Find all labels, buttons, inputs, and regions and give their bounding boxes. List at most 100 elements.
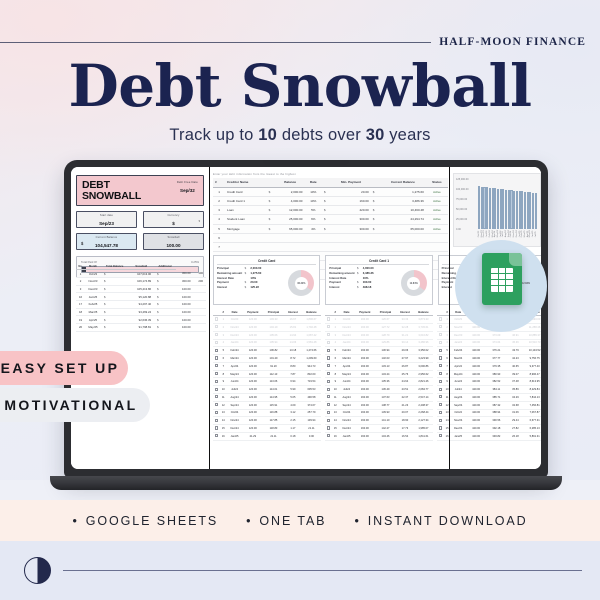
table-row[interactable]: 10 Jul/24 160.00 136.49 23.51 2,684.77 [325, 385, 433, 394]
row-checkbox-cell[interactable] [325, 424, 333, 433]
table-row[interactable]: 1 Oct/23 $ 107,013.00 $ 300.00 100 [76, 269, 206, 278]
row-checkbox-cell[interactable] [325, 409, 333, 418]
checkbox-icon[interactable] [326, 379, 331, 383]
table-row[interactable]: 2 Nov/23 $ 106,174.89 $ 300.00 200 [76, 277, 206, 286]
table-row[interactable]: 15 Dec/24 120.00 118.83 1.17 21.11 [213, 424, 321, 433]
row-checkbox-cell[interactable] [213, 401, 221, 410]
cell-additional[interactable]: 200 [193, 277, 206, 286]
checkbox-icon[interactable] [214, 317, 219, 321]
row-checkbox-cell[interactable] [325, 416, 333, 426]
row-checkbox-cell[interactable] [437, 315, 444, 324]
checkbox-icon[interactable] [326, 410, 331, 415]
row-checkbox-cell[interactable] [213, 416, 221, 426]
checkbox-icon[interactable] [438, 387, 443, 391]
table-row[interactable]: 3 Loan $ 12,000.00 5% $ 420.00 $ 10,460.… [213, 205, 448, 216]
row-checkbox-cell[interactable] [437, 370, 444, 379]
cell-creditor-name[interactable]: Mortgage [225, 224, 267, 234]
cell-min-payment[interactable]: 20.00 [331, 187, 371, 197]
table-row[interactable]: 12 Sep/24 160.00 138.77 21.23 2,408.37 [325, 401, 433, 410]
row-checkbox-cell[interactable] [437, 354, 444, 363]
row-checkbox-cell[interactable] [213, 323, 221, 332]
table-row[interactable]: 11 Aug/24 420.00 385.71 34.29 7,844.13 [437, 393, 541, 402]
row-checkbox-cell[interactable] [437, 331, 444, 340]
cell-min-payment[interactable]: 300.00 [331, 214, 371, 225]
cell-min-payment[interactable]: 300.00 [331, 224, 371, 234]
table-row[interactable]: 16 Jan/25 420.00 393.82 26.18 5,891.31 [437, 432, 541, 441]
checkbox-icon[interactable] [438, 426, 443, 430]
table-row[interactable]: 4 Student Loan $ 25,000.00 6% $ 300.00 $… [213, 214, 448, 225]
checkbox-icon[interactable] [326, 348, 331, 352]
table-row[interactable]: 15 Dec/24 160.00 142.27 17.73 1,985.07 [325, 424, 433, 433]
table-row[interactable]: 14 Nov/24 120.00 117.85 2.15 139.94 [213, 416, 321, 426]
row-checkbox-cell[interactable] [437, 323, 444, 332]
table-row[interactable]: 1 Oct/23 120.00 103.33 16.67 1,896.67 [213, 315, 321, 324]
row-checkbox-cell[interactable] [325, 401, 333, 410]
checkbox-icon[interactable] [214, 379, 219, 383]
row-checkbox-cell[interactable] [437, 377, 444, 387]
cell-creditor-name[interactable]: Loan [225, 205, 267, 216]
table-row[interactable]: 14 Nov/24 160.00 141.10 18.90 2,127.34 [325, 416, 433, 426]
table-row[interactable]: 2 Nov/23 160.00 127.72 32.28 3,745.61 [325, 323, 433, 332]
row-checkbox-cell[interactable] [325, 393, 333, 402]
cell-rate[interactable]: 5% [304, 205, 323, 216]
table-row[interactable]: 9 Jun/24 120.00 113.06 6.94 719.54 [213, 377, 321, 387]
row-checkbox-cell[interactable] [213, 331, 221, 340]
row-checkbox-cell[interactable] [213, 424, 221, 433]
table-row[interactable]: 1 Oct/23 160.00 126.67 33.33 3,873.33 [325, 315, 433, 324]
table-row[interactable]: 1 Credit Card $ 2,000.00 10% $ 20.00 $ 1… [213, 187, 448, 197]
row-checkbox-cell[interactable] [213, 409, 221, 418]
checkbox-icon[interactable] [214, 426, 219, 430]
checkbox-icon[interactable] [214, 434, 219, 438]
table-row[interactable]: 4 Jan/24 420.00 374.64 45.36 10,510.73 [437, 339, 541, 348]
row-checkbox-cell[interactable] [437, 401, 444, 410]
checkbox-icon[interactable] [214, 403, 219, 407]
checkbox-icon[interactable] [214, 395, 219, 399]
cell-balance[interactable]: 12,000.00 [275, 205, 305, 216]
snowball-field[interactable]: Snowball 100.00 [143, 233, 204, 250]
cell-min-payment[interactable]: 420.00 [331, 205, 371, 216]
row-checkbox-cell[interactable] [213, 315, 221, 324]
table-row[interactable]: 3 Dec/23 120.00 105.06 14.94 1,687.42 [213, 331, 321, 340]
checkbox-icon[interactable] [326, 340, 331, 345]
row-checkbox-cell[interactable] [325, 385, 333, 394]
checkbox-icon[interactable] [326, 317, 331, 321]
checkbox-icon[interactable] [326, 333, 331, 337]
row-checkbox-cell[interactable] [213, 339, 221, 348]
currency-field[interactable]: Currency $ ▾ [143, 211, 204, 228]
table-row[interactable]: 19 Apr/25 $ 92,636.39 $ 100.00 [76, 315, 206, 325]
cell-rate[interactable]: 4% [304, 224, 323, 234]
cell-additional[interactable] [193, 292, 206, 302]
cell-balance[interactable] [275, 242, 305, 253]
table-row[interactable]: 7 Apr/24 420.00 379.35 40.65 9,377.40 [437, 362, 541, 371]
table-row[interactable]: 6 [213, 233, 448, 243]
checkbox-icon[interactable] [438, 379, 443, 383]
checkbox-icon[interactable] [438, 325, 443, 329]
checkbox-icon[interactable] [438, 410, 443, 415]
cell-additional[interactable] [193, 308, 206, 317]
table-row[interactable]: 4 Jan/24 160.00 129.86 30.14 3,486.96 [325, 339, 433, 348]
checkbox-icon[interactable] [326, 395, 331, 399]
row-checkbox-cell[interactable] [325, 362, 333, 371]
table-row[interactable]: 8 May/24 160.00 134.24 25.76 2,956.62 [325, 370, 433, 379]
table-row[interactable]: 16 Jan/25 160.00 143.46 16.54 1,841.61 [325, 432, 433, 441]
chevron-down-icon[interactable]: ▾ [198, 219, 200, 223]
cell-balance[interactable] [275, 233, 305, 243]
checkbox-icon[interactable] [326, 418, 331, 422]
checkbox-icon[interactable] [438, 403, 443, 407]
table-row[interactable]: 18 Mar/25 $ 93,469.24 $ 100.00 [76, 308, 206, 317]
checkbox-icon[interactable] [326, 325, 331, 329]
table-row[interactable]: 7 [213, 242, 448, 253]
checkbox-icon[interactable] [326, 364, 331, 368]
row-checkbox-cell[interactable] [325, 346, 333, 356]
checkbox-icon[interactable] [438, 348, 443, 352]
table-row[interactable]: 9 Jun/24 160.00 135.36 24.64 2,821.26 [325, 377, 433, 387]
table-row[interactable]: 11 Aug/24 120.00 114.95 5.05 490.58 [213, 393, 321, 402]
row-checkbox-cell[interactable] [437, 339, 444, 348]
cell-rate[interactable]: 10% [304, 196, 323, 207]
cell-min-payment[interactable] [331, 242, 371, 253]
cell-additional[interactable] [193, 315, 206, 325]
table-row[interactable]: 10 Jul/24 420.00 384.11 35.89 8,229.84 [437, 385, 541, 394]
checkbox-icon[interactable] [326, 434, 331, 438]
row-checkbox-cell[interactable] [213, 362, 221, 371]
row-checkbox-cell[interactable] [213, 385, 221, 394]
